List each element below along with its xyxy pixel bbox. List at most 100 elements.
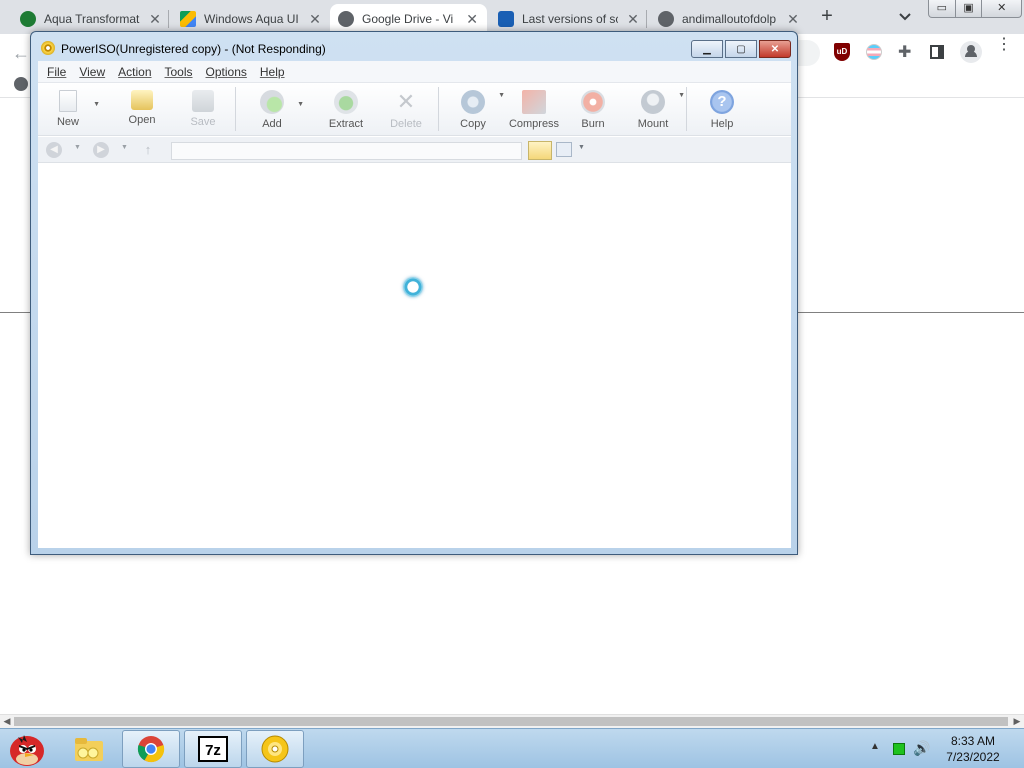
up-folder-icon[interactable]: ↑	[140, 142, 156, 158]
back-button[interactable]: ←	[12, 43, 30, 64]
taskbar-file-explorer[interactable]	[60, 730, 118, 768]
menu-view[interactable]: View	[79, 65, 105, 79]
open-button[interactable]: Open	[112, 87, 172, 133]
site-icon	[498, 11, 514, 27]
help-label: Help	[710, 118, 734, 130]
show-hidden-icons-arrow[interactable]: ▲	[870, 741, 880, 752]
dropdown-arrow-icon[interactable]: ▼	[93, 101, 100, 108]
copy-button[interactable]: Copy ▼	[443, 87, 505, 133]
scroll-left-arrow-icon[interactable]: ◀	[0, 715, 14, 728]
view-mode-icon[interactable]	[556, 142, 572, 157]
restore-button[interactable]: ▣	[956, 0, 983, 17]
tab-title: Windows Aqua UI	[204, 12, 299, 26]
delete-button[interactable]: ✕ Delete	[376, 87, 436, 133]
dropdown-arrow-icon[interactable]: ▼	[297, 101, 304, 108]
clock-date: 7/23/2022	[946, 750, 1000, 764]
menu-action[interactable]: Action	[118, 65, 151, 79]
poweriso-client-area: File View Action Tools Options Help New …	[38, 61, 791, 548]
dropdown-arrow-icon[interactable]: ▼	[121, 144, 128, 151]
burn-button[interactable]: Burn	[563, 87, 623, 133]
poweriso-window-controls: ▁ ▢ ✕	[691, 40, 791, 58]
add-button[interactable]: Add ▼	[242, 87, 304, 133]
horizontal-scrollbar[interactable]: ◀ ▶	[0, 714, 1024, 728]
save-button[interactable]: Save	[173, 87, 233, 133]
network-icon[interactable]	[893, 743, 905, 755]
close-icon[interactable]: ✕	[465, 11, 479, 28]
toolbar-separator	[438, 87, 439, 131]
dropdown-arrow-icon[interactable]: ▼	[678, 92, 685, 99]
volume-icon[interactable]: 🔊	[913, 740, 930, 757]
tab-title: Google Drive - Vi	[362, 12, 454, 26]
maximize-button[interactable]: ▢	[725, 40, 757, 58]
minimize-button[interactable]: ▭	[929, 0, 956, 17]
taskbar-7zip[interactable]: 7z	[184, 730, 242, 768]
system-clock[interactable]: 8:33 AM 7/23/2022	[936, 733, 1010, 765]
extract-label: Extract	[328, 118, 364, 130]
tab-divider	[646, 10, 647, 28]
trans-flag-extension-icon[interactable]	[866, 44, 882, 60]
menu-options[interactable]: Options	[206, 65, 247, 79]
scrollbar-thumb[interactable]	[14, 717, 1008, 726]
chevron-down-icon[interactable]	[896, 9, 914, 25]
globe-icon	[338, 11, 354, 27]
taskbar-poweriso[interactable]	[246, 730, 304, 768]
forward-arrow-icon[interactable]: ▶	[93, 142, 109, 158]
bookmark-globe-icon[interactable]	[14, 77, 28, 91]
busy-spinner-icon	[403, 277, 423, 297]
open-folder-icon	[131, 90, 153, 110]
folder-view-toggle-icon[interactable]	[528, 141, 552, 160]
path-input[interactable]	[171, 142, 522, 160]
close-icon[interactable]: ✕	[626, 11, 640, 28]
browser-tab-3-active[interactable]: Google Drive - Vi ✕	[330, 4, 487, 34]
add-files-icon	[260, 90, 284, 114]
compress-label: Compress	[508, 118, 560, 130]
minimize-button[interactable]: ▁	[691, 40, 723, 58]
compress-button[interactable]: Compress	[504, 87, 564, 133]
close-icon[interactable]: ✕	[148, 11, 162, 28]
open-label: Open	[128, 114, 156, 126]
browser-tab-5[interactable]: andimalloutofdolp ✕	[650, 4, 808, 34]
close-icon[interactable]: ✕	[786, 11, 800, 28]
side-panel-icon[interactable]	[930, 45, 944, 59]
7zip-icon: 7z	[198, 736, 228, 762]
start-button[interactable]	[4, 729, 50, 768]
scroll-right-arrow-icon[interactable]: ▶	[1010, 715, 1024, 728]
poweriso-app-icon	[41, 41, 55, 55]
mount-button[interactable]: Mount ▼	[623, 87, 685, 133]
poweriso-window: PowerISO(Unregistered copy) - (Not Respo…	[30, 31, 798, 555]
extensions-puzzle-icon[interactable]: ✚	[898, 42, 911, 62]
menu-file[interactable]: File	[47, 65, 66, 79]
window-title: PowerISO(Unregistered copy) - (Not Respo…	[61, 42, 326, 56]
dropdown-arrow-icon[interactable]: ▼	[74, 144, 81, 151]
ublock-origin-icon[interactable]: uD	[834, 43, 850, 61]
extract-button[interactable]: Extract	[316, 87, 376, 133]
close-button[interactable]: ✕	[982, 0, 1021, 17]
main-toolbar: New ▼ Open Save Add ▼ Extract ✕ Delete C…	[38, 83, 791, 136]
close-icon[interactable]: ✕	[308, 11, 322, 28]
globe-icon	[20, 11, 36, 27]
profile-avatar-icon[interactable]	[960, 41, 982, 63]
tab-title: Last versions of sc	[522, 12, 618, 26]
menu-help[interactable]: Help	[260, 65, 285, 79]
browser-tab-2[interactable]: Windows Aqua UI ✕	[172, 4, 330, 34]
copy-label: Copy	[460, 118, 486, 130]
browser-tab-4[interactable]: Last versions of sc ✕	[490, 4, 648, 34]
toolbar-separator	[686, 87, 687, 131]
back-arrow-icon[interactable]: ◀	[46, 142, 62, 158]
copy-disc-icon	[461, 90, 485, 114]
compress-icon	[522, 90, 546, 114]
new-button[interactable]: New ▼	[38, 87, 100, 133]
browser-tab-1[interactable]: Aqua Transformat ✕	[12, 4, 170, 34]
save-label: Save	[190, 116, 216, 128]
google-drive-icon	[180, 11, 196, 27]
new-tab-button[interactable]: +	[816, 6, 838, 28]
delete-x-icon: ✕	[396, 89, 416, 114]
help-button[interactable]: ? Help	[692, 87, 752, 133]
menu-tools[interactable]: Tools	[165, 65, 193, 79]
taskbar-chrome[interactable]	[122, 730, 180, 768]
browser-menu-icon[interactable]: ⋮	[996, 37, 1012, 53]
extract-icon	[334, 90, 358, 114]
close-button[interactable]: ✕	[759, 40, 791, 58]
dropdown-arrow-icon[interactable]: ▼	[578, 144, 585, 151]
mount-drive-icon	[641, 90, 665, 114]
